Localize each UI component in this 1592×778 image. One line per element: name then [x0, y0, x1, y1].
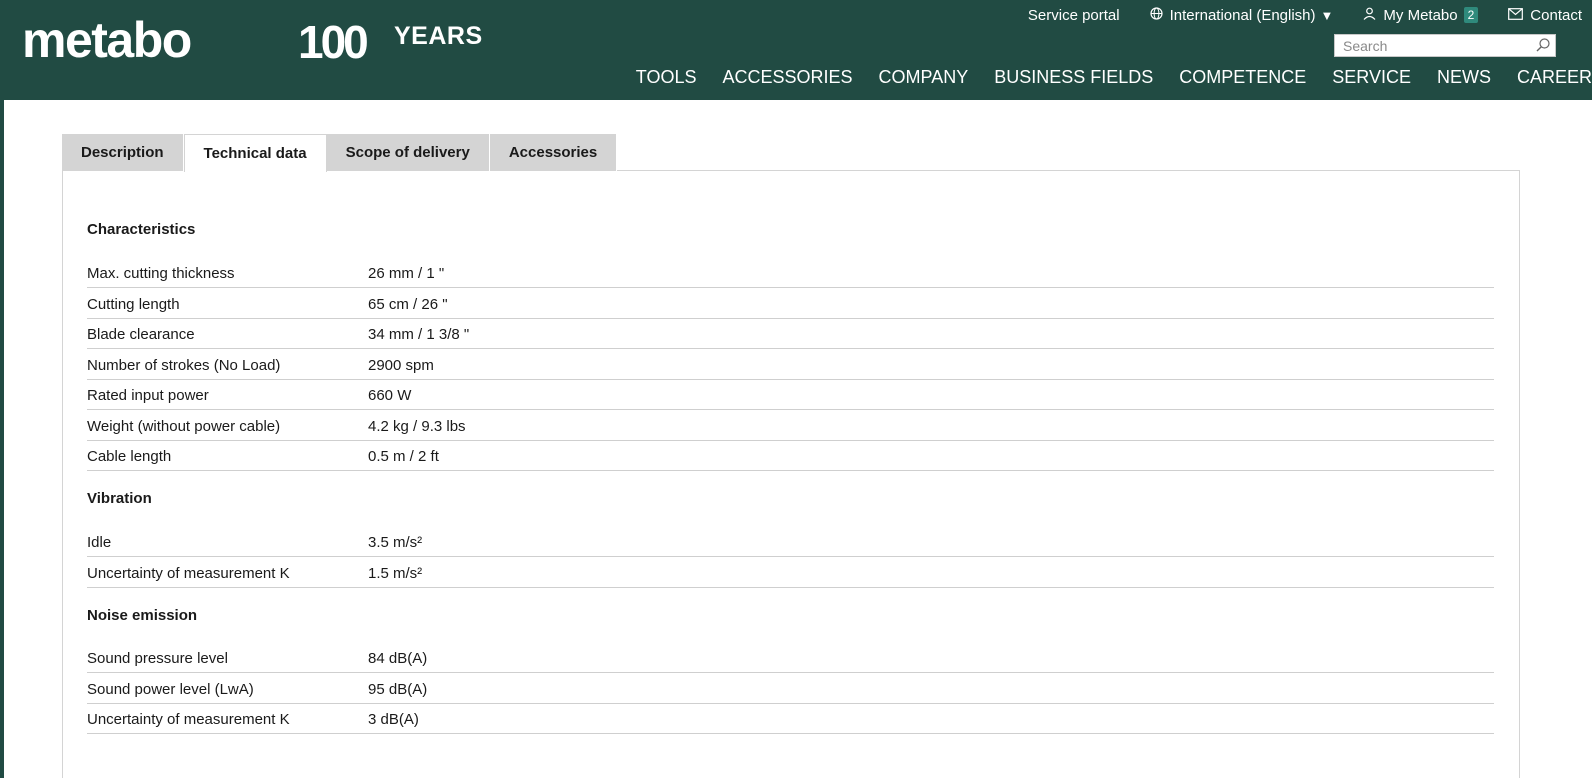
row-label: Blade clearance	[87, 325, 195, 343]
row-label: Cable length	[87, 447, 172, 465]
row-value: 95 dB(A)	[368, 680, 428, 698]
my-metabo-count-badge: 2	[1463, 7, 1479, 23]
row-label: Number of strokes (No Load)	[87, 356, 281, 374]
section-title-characteristics: Characteristics	[87, 221, 196, 238]
table-row: Max. cutting thickness 26 mm / 1 "	[87, 257, 1494, 288]
language-selector[interactable]: International (English) ▼	[1150, 6, 1334, 24]
my-metabo-label: My Metabo	[1383, 6, 1458, 24]
search-input[interactable]	[1335, 35, 1525, 56]
table-row: Uncertainty of measurement K 1.5 m/s²	[87, 557, 1494, 588]
table-row: Sound power level (LwA) 95 dB(A)	[87, 673, 1494, 704]
nav-tools[interactable]: TOOLS	[636, 66, 697, 88]
nav-business-fields[interactable]: BUSINESS FIELDS	[994, 66, 1153, 88]
table-row: Cable length 0.5 m / 2 ft	[87, 440, 1494, 471]
row-value: 34 mm / 1 3/8 "	[368, 325, 470, 343]
row-label: Max. cutting thickness	[87, 264, 235, 282]
my-metabo-link[interactable]: My Metabo 2	[1363, 6, 1479, 24]
row-label: Idle	[87, 533, 112, 551]
section-title-noise-emission: Noise emission	[87, 607, 198, 624]
row-value: 3 dB(A)	[368, 710, 419, 728]
row-label: Uncertainty of measurement K	[87, 564, 290, 582]
row-value: 1.5 m/s²	[368, 564, 423, 582]
tab-accessories[interactable]: Accessories	[489, 134, 618, 171]
table-row: Blade clearance 34 mm / 1 3/8 "	[87, 318, 1494, 349]
nav-company[interactable]: COMPANY	[879, 66, 969, 88]
site-header: metabo 100 YEARS Service portal Internat…	[0, 0, 1592, 100]
nav-service[interactable]: SERVICE	[1332, 66, 1411, 88]
table-row: Number of strokes (No Load) 2900 spm	[87, 349, 1494, 380]
tab-description[interactable]: Description	[62, 134, 184, 171]
service-portal-link[interactable]: Service portal	[1028, 7, 1120, 24]
row-label: Cutting length	[87, 295, 180, 313]
search-icon[interactable]	[1535, 37, 1551, 53]
product-tabs: Description Technical data Scope of deli…	[62, 134, 618, 172]
contact-link[interactable]: Contact	[1508, 7, 1582, 24]
nav-news[interactable]: NEWS	[1437, 66, 1491, 88]
logo-years: YEARS	[394, 22, 483, 50]
row-value: 84 dB(A)	[368, 649, 428, 667]
row-label: Weight (without power cable)	[87, 417, 281, 435]
row-value: 2900 spm	[368, 356, 434, 374]
row-value: 26 mm / 1 "	[368, 264, 445, 282]
search-box	[1334, 34, 1556, 57]
service-portal-label: Service portal	[1027, 6, 1120, 24]
table-row: Idle 3.5 m/s²	[87, 526, 1494, 557]
table-row: Sound pressure level 84 dB(A)	[87, 642, 1494, 673]
row-label: Uncertainty of measurement K	[87, 710, 290, 728]
envelope-icon	[1508, 7, 1524, 23]
section-title-vibration: Vibration	[87, 490, 152, 507]
table-row: Cutting length 65 cm / 26 "	[87, 288, 1494, 319]
language-label: International (English)	[1169, 6, 1316, 24]
left-edge-strip	[0, 100, 4, 778]
row-label: Sound power level (LwA)	[87, 680, 254, 698]
row-value: 4.2 kg / 9.3 lbs	[368, 417, 466, 435]
metabo-logo[interactable]: metabo	[22, 10, 192, 70]
caret-down-icon: ▼	[1320, 7, 1334, 23]
top-links: Service portal International (English) ▼…	[998, 5, 1582, 25]
logo-100: 100	[298, 16, 369, 68]
table-row: Rated input power 660 W	[87, 379, 1494, 410]
contact-label: Contact	[1530, 6, 1582, 24]
row-value: 660 W	[368, 386, 412, 404]
user-icon	[1363, 7, 1376, 23]
main-nav: TOOLS ACCESSORIES COMPANY BUSINESS FIELD…	[623, 66, 1592, 88]
table-row: Weight (without power cable) 4.2 kg / 9.3…	[87, 410, 1494, 441]
row-value: 3.5 m/s²	[368, 533, 423, 551]
table-row: Uncertainty of measurement K 3 dB(A)	[87, 703, 1494, 734]
globe-icon	[1150, 7, 1163, 23]
tab-scope-of-delivery[interactable]: Scope of delivery	[326, 134, 490, 171]
tab-technical-data[interactable]: Technical data	[183, 134, 327, 172]
row-label: Sound pressure level	[87, 649, 228, 667]
nav-career[interactable]: CAREER	[1517, 66, 1592, 88]
nav-competence[interactable]: COMPETENCE	[1179, 66, 1306, 88]
row-value: 0.5 m / 2 ft	[368, 447, 439, 465]
row-label: Rated input power	[87, 386, 209, 404]
nav-accessories[interactable]: ACCESSORIES	[722, 66, 852, 88]
row-value: 65 cm / 26 "	[368, 295, 448, 313]
